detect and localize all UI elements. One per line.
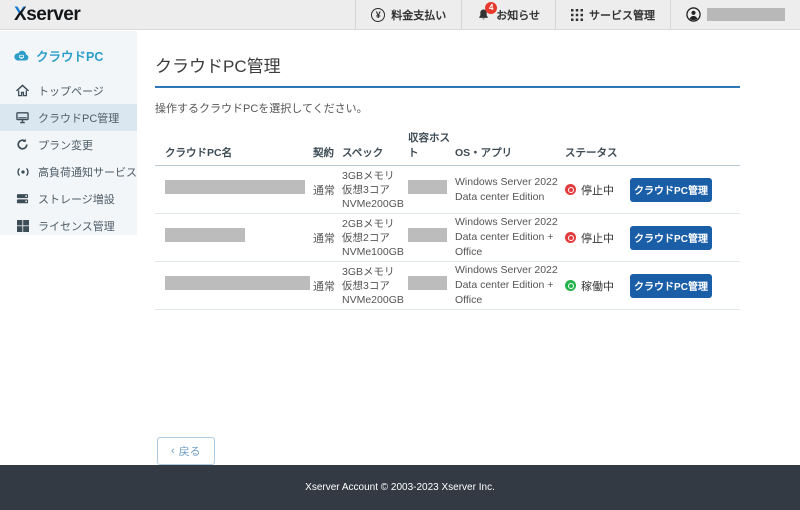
table-header-row: クラウドPC名 契約 スペック 収容ホスト OS・アプリ ステータス: [155, 124, 740, 166]
redacted-host-name: [408, 228, 447, 242]
windows-icon: [15, 219, 30, 232]
manage-cloudpc-button[interactable]: クラウドPC管理: [630, 177, 712, 202]
spec-cell: 2GBメモリ 仮想2コア NVMe100GB: [342, 217, 404, 258]
sidebar-item-plan-change[interactable]: プラン変更: [0, 131, 137, 158]
sidebar-item-label: ライセンス管理: [38, 220, 115, 233]
nav-notifications[interactable]: 4 お知らせ: [461, 0, 555, 29]
col-header-spec: スペック: [342, 147, 384, 159]
nav-service-management-label: サービス管理: [589, 9, 655, 22]
sidebar-item-high-load-notification[interactable]: 高負荷通知サービス: [0, 158, 137, 185]
os-app-value: Windows Server 2022 Data center Edition: [455, 175, 558, 203]
yen-circle-icon: ¥: [371, 7, 386, 22]
col-header-contract: 契約: [313, 147, 334, 159]
logo-rest: server: [26, 3, 81, 25]
nav-payment[interactable]: ¥ 料金支払い: [355, 0, 461, 29]
nav-payment-label: 料金支払い: [391, 9, 447, 22]
account-icon: [686, 7, 701, 22]
sidebar-menu: トップページ クラウドPC管理 プラン変更 高負荷通知サービス ストレージ増設 …: [0, 77, 137, 239]
xserver-logo[interactable]: Xserver: [14, 3, 81, 26]
spec-cell: 3GBメモリ 仮想3コア NVMe200GB: [342, 265, 404, 306]
contract-value: 通常: [313, 280, 335, 293]
contract-value: 通常: [313, 184, 335, 197]
page-title: クラウドPC管理: [155, 52, 740, 88]
signal-icon: [15, 167, 30, 177]
status-stopped-icon: [565, 184, 576, 195]
sidebar-brand-label: クラウドPC: [36, 49, 104, 64]
sidebar-item-cloudpc-management[interactable]: クラウドPC管理: [0, 104, 137, 131]
chevron-left-icon: ‹: [171, 444, 175, 457]
main-content: クラウドPC管理 操作するクラウドPCを選択してください。 クラウドPC名 契約…: [155, 30, 740, 465]
table-row: 通常 3GBメモリ 仮想3コア NVMe200GB Windows Server…: [155, 262, 740, 310]
redacted-cloudpc-name: [165, 276, 310, 290]
page-description: 操作するクラウドPCを選択してください。: [155, 103, 368, 115]
home-icon: [15, 84, 30, 97]
top-bar: Xserver ¥ 料金支払い 4 お知らせ サービス管理: [0, 0, 800, 30]
grid-icon: [571, 8, 583, 21]
back-button[interactable]: ‹ 戻る: [157, 437, 215, 465]
sidebar-item-storage-expansion[interactable]: ストレージ増設: [0, 185, 137, 212]
status-label: 停止中: [581, 184, 614, 197]
sidebar: クラウドPC トップページ クラウドPC管理 プラン変更 高負荷通知サービス ス…: [0, 31, 137, 235]
col-header-name: クラウドPC名: [165, 147, 233, 159]
nav-service-management[interactable]: サービス管理: [555, 0, 670, 29]
cloud-pc-icon: [14, 49, 29, 62]
sidebar-item-label: ストレージ増設: [38, 193, 115, 206]
manage-cloudpc-button[interactable]: クラウドPC管理: [630, 225, 712, 250]
redacted-cloudpc-name: [165, 228, 245, 242]
status-badge: 停止中: [565, 230, 630, 246]
status-badge: 停止中: [565, 182, 630, 198]
redacted-host-name: [408, 180, 447, 194]
table-row: 通常 2GBメモリ 仮想2コア NVMe100GB Windows Server…: [155, 214, 740, 262]
sidebar-item-top-page[interactable]: トップページ: [0, 77, 137, 104]
status-running-icon: [565, 280, 576, 291]
os-app-value: Windows Server 2022 Data center Edition …: [455, 216, 558, 258]
notification-badge: 4: [485, 1, 498, 14]
manage-cloudpc-button[interactable]: クラウドPC管理: [630, 273, 712, 298]
sidebar-item-label: 高負荷通知サービス: [38, 166, 137, 179]
sidebar-item-label: プラン変更: [38, 139, 93, 152]
footer: Xserver Account © 2003-2023 Xserver Inc.: [0, 465, 800, 510]
desktop-pc-icon: [15, 111, 30, 124]
refresh-icon: [15, 138, 30, 151]
storage-icon: [15, 193, 30, 205]
status-stopped-icon: [565, 232, 576, 243]
os-app-value: Windows Server 2022 Data center Edition …: [455, 264, 558, 306]
nav-account[interactable]: [670, 0, 800, 29]
redacted-cloudpc-name: [165, 180, 305, 194]
sidebar-item-label: トップページ: [38, 85, 104, 98]
table-row: 通常 3GBメモリ 仮想3コア NVMe200GB Windows Server…: [155, 166, 740, 214]
sidebar-item-label: クラウドPC管理: [38, 112, 120, 125]
nav-notifications-label: お知らせ: [496, 9, 540, 22]
status-label: 停止中: [581, 232, 614, 245]
cloudpc-table: クラウドPC名 契約 スペック 収容ホスト OS・アプリ ステータス 通常 3G…: [155, 124, 740, 310]
col-header-status: ステータス: [565, 147, 618, 159]
sidebar-brand-cloudpc[interactable]: クラウドPC: [0, 42, 137, 68]
top-nav: ¥ 料金支払い 4 お知らせ サービス管理: [355, 0, 800, 29]
status-badge: 稼働中: [565, 278, 630, 294]
status-label: 稼働中: [581, 280, 614, 293]
footer-copyright: Xserver Account © 2003-2023 Xserver Inc.: [305, 482, 495, 493]
col-header-os-app: OS・アプリ: [455, 147, 513, 159]
col-header-host: 収容ホスト: [408, 132, 450, 159]
bell-icon-wrap: 4: [477, 1, 498, 22]
spec-cell: 3GBメモリ 仮想3コア NVMe200GB: [342, 169, 404, 210]
redacted-account-name: [707, 8, 785, 21]
sidebar-item-license-management[interactable]: ライセンス管理: [0, 212, 137, 239]
redacted-host-name: [408, 276, 447, 290]
logo-x: X: [14, 3, 27, 25]
contract-value: 通常: [313, 232, 335, 245]
back-button-label: 戻る: [178, 446, 201, 458]
